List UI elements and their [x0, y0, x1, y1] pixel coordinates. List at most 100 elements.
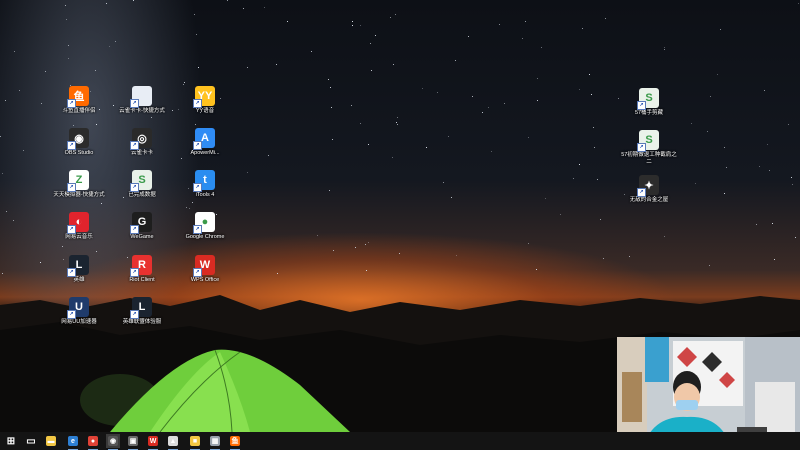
douyu-glyph-icon: 鱼 ↗ [67, 86, 89, 108]
uu-accelerator-glyph-icon: U ↗ [67, 297, 89, 319]
photos-taskbar-icon[interactable]: ▲ [166, 434, 180, 450]
excel-doc-2-icon[interactable]: S ↗ 57初期做退工种截肩之二 [621, 130, 677, 174]
chrome-taskbar-icon[interactable]: ● [86, 434, 100, 450]
apowermirror-glyph-icon: A ↗ [193, 128, 215, 150]
shortcut-arrow-icon: ↗ [193, 183, 202, 192]
shortcut-arrow-icon: ↗ [67, 141, 76, 150]
shortcut-arrow-icon: ↗ [130, 225, 139, 234]
desktop-icon-label: 云雀卡卡 [130, 150, 153, 156]
lol-icon[interactable]: L ↗ 英雄 [51, 255, 107, 299]
itools-icon[interactable]: t ↗ iTools 4 [177, 170, 233, 214]
douyu-taskbar-icon[interactable]: 鱼 [228, 434, 242, 450]
uu-accelerator-icon[interactable]: U ↗ 网易UU加速器 [51, 297, 107, 341]
desktop-icon-label: iTools 4 [195, 192, 215, 198]
shortcut-arrow-icon: ↗ [193, 268, 202, 277]
shortcut-arrow-icon: ↗ [193, 99, 202, 108]
file-explorer-icon[interactable]: ▬ [44, 434, 58, 448]
file-explorer-glyph-icon: ▬ [46, 436, 56, 446]
sticky-taskbar-icon[interactable]: ■ [188, 434, 202, 450]
lol-pbe-icon[interactable]: L ↗ 英雄联盟体验服 [114, 297, 170, 341]
edge-browser-icon[interactable]: e [66, 434, 80, 450]
shortcut-arrow-icon: ↗ [193, 225, 202, 234]
apowermirror-icon[interactable]: A ↗ ApowerMi... [177, 128, 233, 172]
edge-browser-glyph-icon: e [68, 436, 78, 446]
wps-glyph-icon: W ↗ [193, 255, 215, 277]
shortcut-arrow-icon: ↗ [637, 188, 646, 197]
desktop-icon-label: Google Chrome [185, 234, 225, 240]
chrome-glyph-icon: ● ↗ [193, 212, 215, 234]
wps-icon[interactable]: W ↗ WPS Office [177, 255, 233, 299]
netease-music-icon[interactable]: ◐ ↗ 网易云音乐 [51, 212, 107, 256]
obs-icon[interactable]: ◉ ↗ OBS Studio [51, 128, 107, 172]
taskbar: ⊞ ▭ ▬ e ● ◉ ▣ W ▲ ■ ▦ 鱼 [0, 432, 800, 450]
douyu-icon[interactable]: 鱼 ↗ 斗鱼直播伴侣 [51, 86, 107, 130]
shortcut-arrow-icon: ↗ [193, 141, 202, 150]
shortcut-arrow-icon: ↗ [637, 101, 646, 110]
desktop-icon-label: WeGame [130, 234, 154, 240]
desktop-icon-label: 网易云音乐 [65, 234, 93, 240]
shortcut-arrow-icon: ↗ [130, 268, 139, 277]
douyu-taskbar-glyph-icon: 鱼 [230, 436, 240, 446]
app-taskbar-icon[interactable]: ▣ [126, 434, 140, 450]
netease-music-glyph-icon: ◐ ↗ [67, 212, 89, 234]
shortcut-file-glyph-icon: ↗ [130, 86, 152, 108]
chrome-icon[interactable]: ● ↗ Google Chrome [177, 212, 233, 256]
game-shortcut-glyph-icon: ✦ ↗ [637, 175, 659, 197]
yy-glyph-icon: YY ↗ [193, 86, 215, 108]
chrome-taskbar-glyph-icon: ● [88, 436, 98, 446]
wegame-glyph-icon: G ↗ [130, 212, 152, 234]
obs-taskbar-glyph-icon: ◉ [108, 436, 118, 446]
shortcut-arrow-icon: ↗ [130, 310, 139, 319]
emulator-glyph-icon: Z ↗ [67, 170, 89, 192]
obs-glyph-icon: ◉ ↗ [67, 128, 89, 150]
shortcut-arrow-icon: ↗ [130, 183, 139, 192]
yunque-glyph-icon: ◎ ↗ [130, 128, 152, 150]
desktop-icon-label: YY语音 [195, 108, 215, 114]
desktop-icon-label: 已完成数据 [128, 192, 156, 198]
excel-doc-2-glyph-icon: S ↗ [637, 130, 659, 152]
wegame-icon[interactable]: G ↗ WeGame [114, 212, 170, 256]
desktop-icon-label: 网易UU加速器 [61, 319, 97, 325]
yunque-icon[interactable]: ◎ ↗ 云雀卡卡 [114, 128, 170, 172]
desktop-icon-label: 57初期做退工种截肩之二 [621, 152, 677, 165]
start-windows-icon[interactable]: ⊞ [4, 434, 18, 448]
game-shortcut-icon[interactable]: ✦ ↗ 无敌的合金之屋 [621, 175, 677, 219]
desktop-icon-label: 57桶手剪藏 [634, 110, 664, 116]
photos-taskbar-glyph-icon: ▲ [168, 436, 178, 446]
excel-doc-glyph-icon: S ↗ [637, 88, 659, 110]
shortcut-arrow-icon: ↗ [130, 141, 139, 150]
desktop-icon-label: 英雄联盟体验服 [122, 319, 162, 325]
tool-taskbar-icon[interactable]: ▦ [208, 434, 222, 450]
obs-taskbar-icon[interactable]: ◉ [106, 434, 120, 450]
shortcut-file-icon[interactable]: ↗ 云雀卡卡-快捷方式 [114, 86, 170, 130]
desktop-icon-label: Riot Client [129, 277, 155, 283]
desktop-icon-label: 英雄 [73, 277, 85, 283]
yy-icon[interactable]: YY ↗ YY语音 [177, 86, 233, 130]
riot-client-glyph-icon: R ↗ [130, 255, 152, 277]
desktop: 鱼 ↗ 斗鱼直播伴侣 ↗ 云雀卡卡-快捷方式 YY ↗ YY语音 ◉ ↗ OBS Studio ◎ ↗ 云… [0, 0, 800, 450]
desktop-icon-label: OBS Studio [64, 150, 94, 156]
lol-pbe-glyph-icon: L ↗ [130, 297, 152, 319]
start-windows-glyph-icon: ⊞ [6, 435, 16, 447]
app-taskbar-glyph-icon: ▣ [128, 436, 138, 446]
desktop-icon-label: 斗鱼直播伴侣 [62, 108, 96, 114]
task-view-icon[interactable]: ▭ [24, 434, 38, 448]
shortcut-arrow-icon: ↗ [130, 99, 139, 108]
lol-glyph-icon: L ↗ [67, 255, 89, 277]
excel-doc-icon[interactable]: S ↗ 57桶手剪藏 [621, 88, 677, 132]
shortcut-arrow-icon: ↗ [67, 268, 76, 277]
desktop-icon-label: WPS Office [190, 277, 220, 283]
shortcut-arrow-icon: ↗ [637, 143, 646, 152]
sticky-taskbar-glyph-icon: ■ [190, 436, 200, 446]
emulator-icon[interactable]: Z ↗ 天天模拟器-快捷方式 [51, 170, 107, 214]
shortcut-arrow-icon: ↗ [67, 310, 76, 319]
itools-glyph-icon: t ↗ [193, 170, 215, 192]
riot-client-icon[interactable]: R ↗ Riot Client [114, 255, 170, 299]
excel-file-glyph-icon: S ↗ [130, 170, 152, 192]
tool-taskbar-glyph-icon: ▦ [210, 436, 220, 446]
desktop-icon-label: 云雀卡卡-快捷方式 [119, 108, 165, 114]
wps-taskbar-glyph-icon: W [148, 436, 158, 446]
wps-taskbar-icon[interactable]: W [146, 434, 160, 450]
excel-file-icon[interactable]: S ↗ 已完成数据 [114, 170, 170, 214]
task-view-glyph-icon: ▭ [26, 435, 36, 447]
